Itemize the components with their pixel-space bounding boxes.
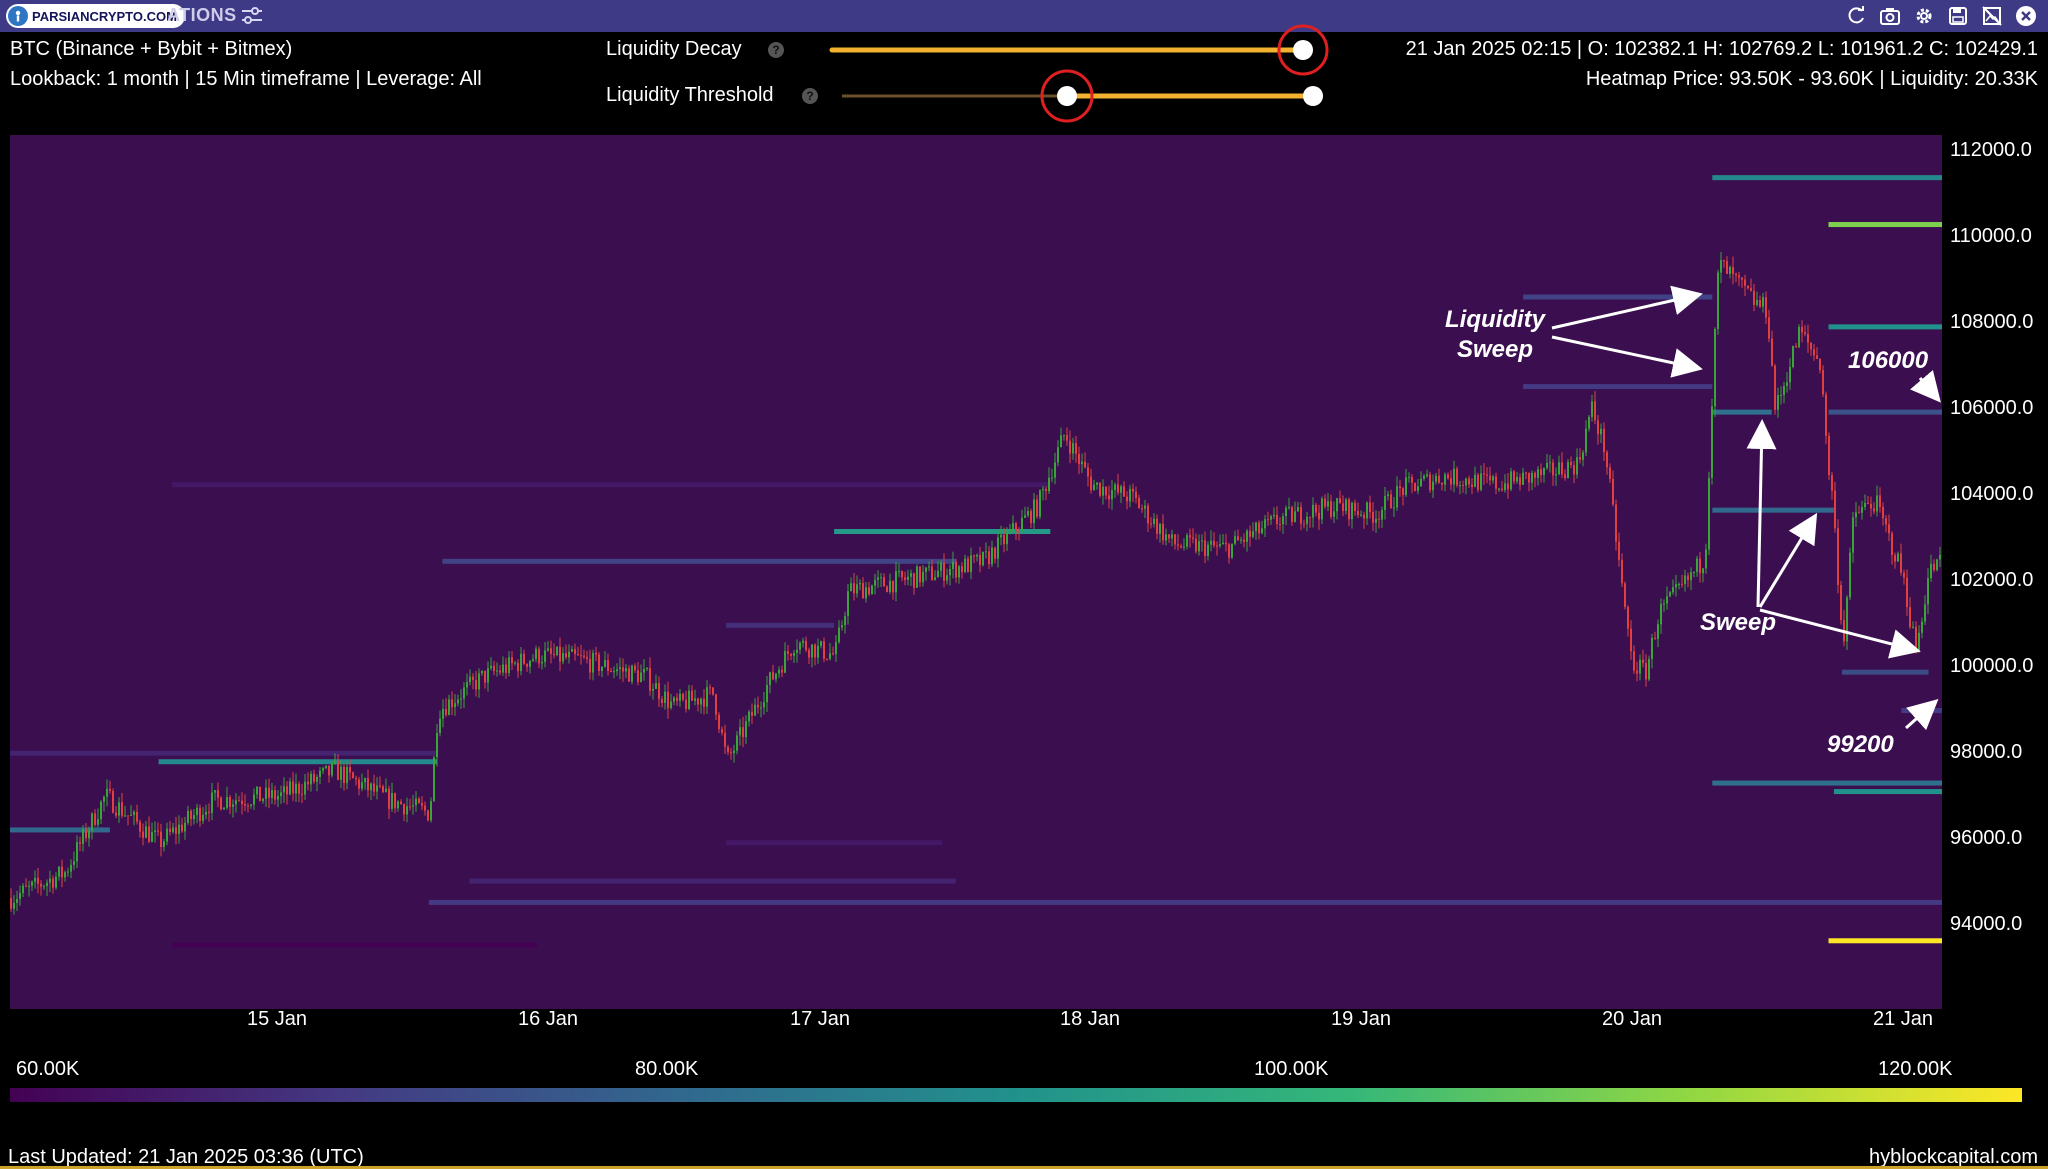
annotation-arrows — [1551, 285, 1941, 731]
arrow — [1551, 335, 1703, 378]
colorbar-tick-label: 60.00K — [16, 1058, 80, 1080]
arrow — [1759, 608, 1921, 659]
arrow — [1551, 285, 1703, 330]
arrow — [1746, 419, 1777, 608]
arrow — [1905, 699, 1939, 731]
colorbar-tick-label: 120.00K — [1878, 1058, 1953, 1080]
arrow — [1910, 369, 1941, 403]
colorbar-tick-label: 100.00K — [1254, 1058, 1329, 1080]
colorbar-tick-label: 80.00K — [635, 1058, 699, 1080]
colorbar — [10, 1088, 2022, 1102]
arrow — [1758, 512, 1818, 608]
